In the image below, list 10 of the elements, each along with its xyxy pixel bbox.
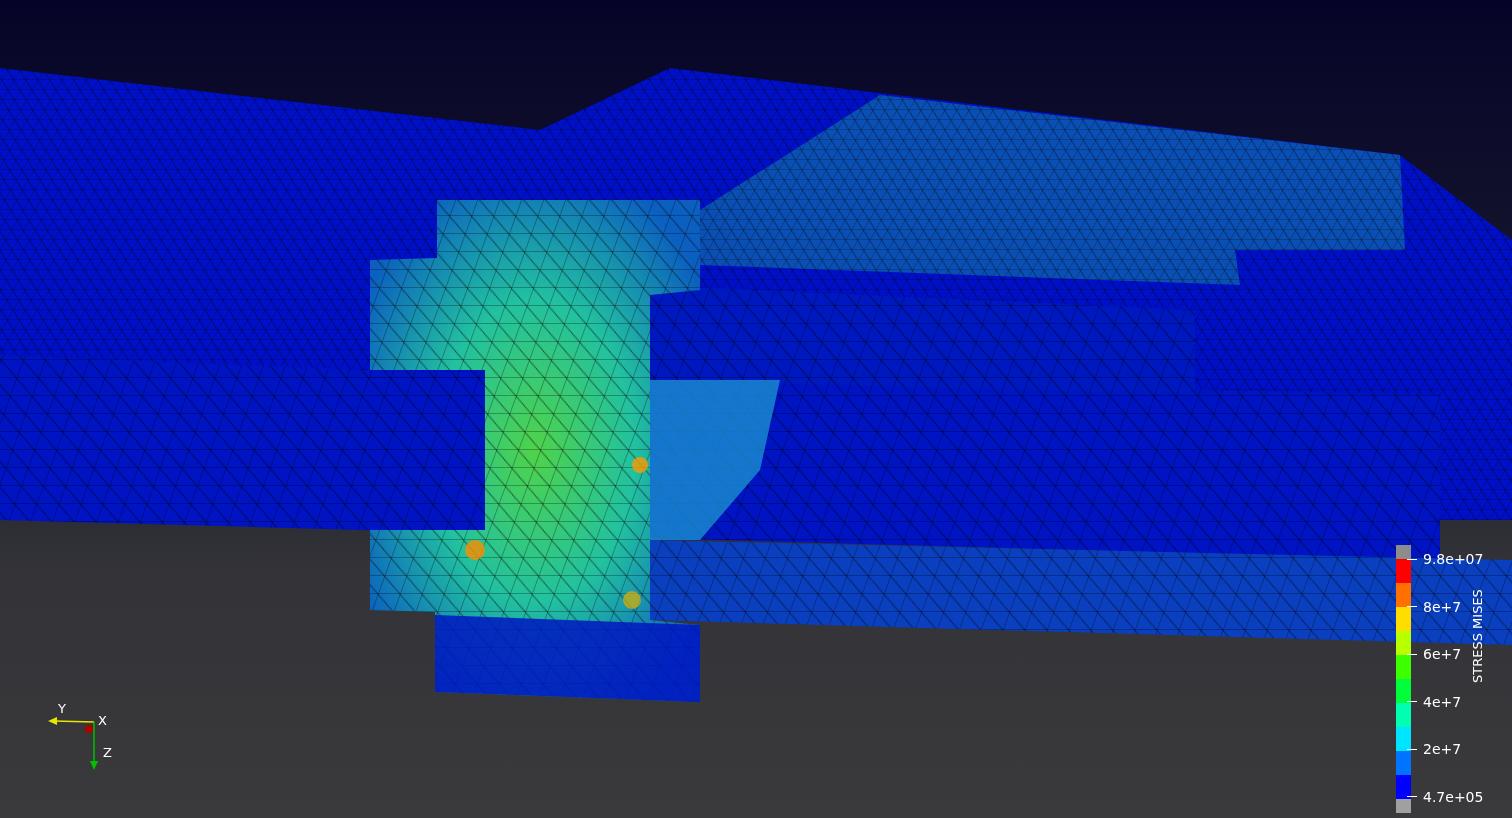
scale-tick-label: 4.7e+05 <box>1423 788 1484 805</box>
axis-label: Y <box>58 702 66 715</box>
axis-label: X <box>98 714 107 727</box>
axis-label: Z <box>103 746 112 759</box>
scale-tick-label: 4e+7 <box>1423 693 1462 710</box>
scale-tick-label: 9.8e+07 <box>1423 551 1484 567</box>
scale-tick-label: 8e+7 <box>1423 598 1462 615</box>
scale-tick-label: 6e+7 <box>1423 646 1462 663</box>
scale-tick-label: 2e+7 <box>1423 741 1462 758</box>
legend-title: STRESS MISES <box>1470 589 1485 683</box>
